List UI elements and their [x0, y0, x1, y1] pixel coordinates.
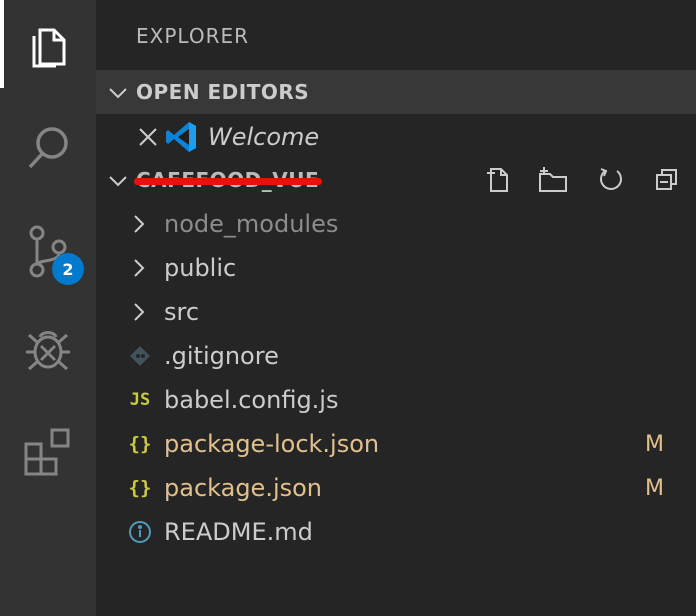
- tree-item-package-lock[interactable]: {} package-lock.json M: [96, 422, 696, 466]
- tree-item-node-modules[interactable]: node_modules: [96, 202, 696, 246]
- js-file-icon: JS: [129, 390, 151, 410]
- tree-item-label: package.json: [164, 474, 323, 502]
- search-button[interactable]: [0, 104, 96, 192]
- tree-item-label: package-lock.json: [164, 430, 380, 458]
- modified-badge: M: [645, 431, 664, 457]
- new-folder-icon[interactable]: [538, 164, 568, 194]
- extensions-icon: [22, 426, 74, 478]
- source-control-button[interactable]: [0, 208, 96, 296]
- open-editor-item[interactable]: Welcome: [96, 115, 696, 159]
- new-file-icon[interactable]: [482, 164, 512, 194]
- chevron-right-icon: [132, 302, 146, 326]
- activity-bar: 2: [0, 0, 96, 616]
- tree-item-label: src: [164, 298, 200, 326]
- chevron-down-icon: [108, 83, 128, 107]
- tree-item-label: node_modules: [164, 210, 339, 238]
- open-editor-welcome-label: Welcome: [208, 123, 320, 151]
- info-icon: [126, 518, 154, 546]
- tree-item-readme[interactable]: README.md: [96, 510, 696, 554]
- open-editors-label: OPEN EDITORS: [136, 80, 310, 104]
- extensions-button[interactable]: [0, 408, 96, 496]
- git-file-icon: [126, 342, 154, 370]
- chevron-down-icon: [108, 171, 128, 195]
- json-file-icon: {}: [128, 477, 152, 499]
- tree-item-label: .gitignore: [164, 342, 279, 370]
- tree-item-gitignore[interactable]: .gitignore: [96, 334, 696, 378]
- tree-item-src[interactable]: src: [96, 290, 696, 334]
- refresh-icon[interactable]: [596, 164, 626, 194]
- source-control-badge: 2: [52, 253, 84, 285]
- search-icon: [23, 123, 73, 173]
- redaction-mark: [134, 178, 322, 185]
- tree-item-babel-config[interactable]: JS babel.config.js: [96, 378, 696, 422]
- close-icon[interactable]: [138, 127, 158, 151]
- vscode-logo-icon: [164, 120, 198, 158]
- tree-item-package-json[interactable]: {} package.json M: [96, 466, 696, 510]
- collapse-all-icon[interactable]: [652, 164, 682, 194]
- explorer-button[interactable]: [0, 0, 96, 88]
- chevron-right-icon: [132, 258, 146, 282]
- explorer-title: EXPLORER: [136, 24, 249, 48]
- files-icon: [24, 20, 72, 68]
- modified-badge: M: [645, 475, 664, 501]
- tree-item-label: public: [164, 254, 237, 282]
- debug-icon: [22, 322, 74, 374]
- debug-button[interactable]: [0, 304, 96, 392]
- tree-item-public[interactable]: public: [96, 246, 696, 290]
- json-file-icon: {}: [128, 433, 152, 455]
- explorer-sidebar: EXPLORER OPEN EDITORS Welcome CAFEFOOD_V…: [96, 0, 696, 616]
- tree-item-label: babel.config.js: [164, 386, 339, 414]
- tree-item-label: README.md: [164, 518, 313, 546]
- chevron-right-icon: [132, 214, 146, 238]
- open-editors-header[interactable]: OPEN EDITORS: [96, 70, 696, 114]
